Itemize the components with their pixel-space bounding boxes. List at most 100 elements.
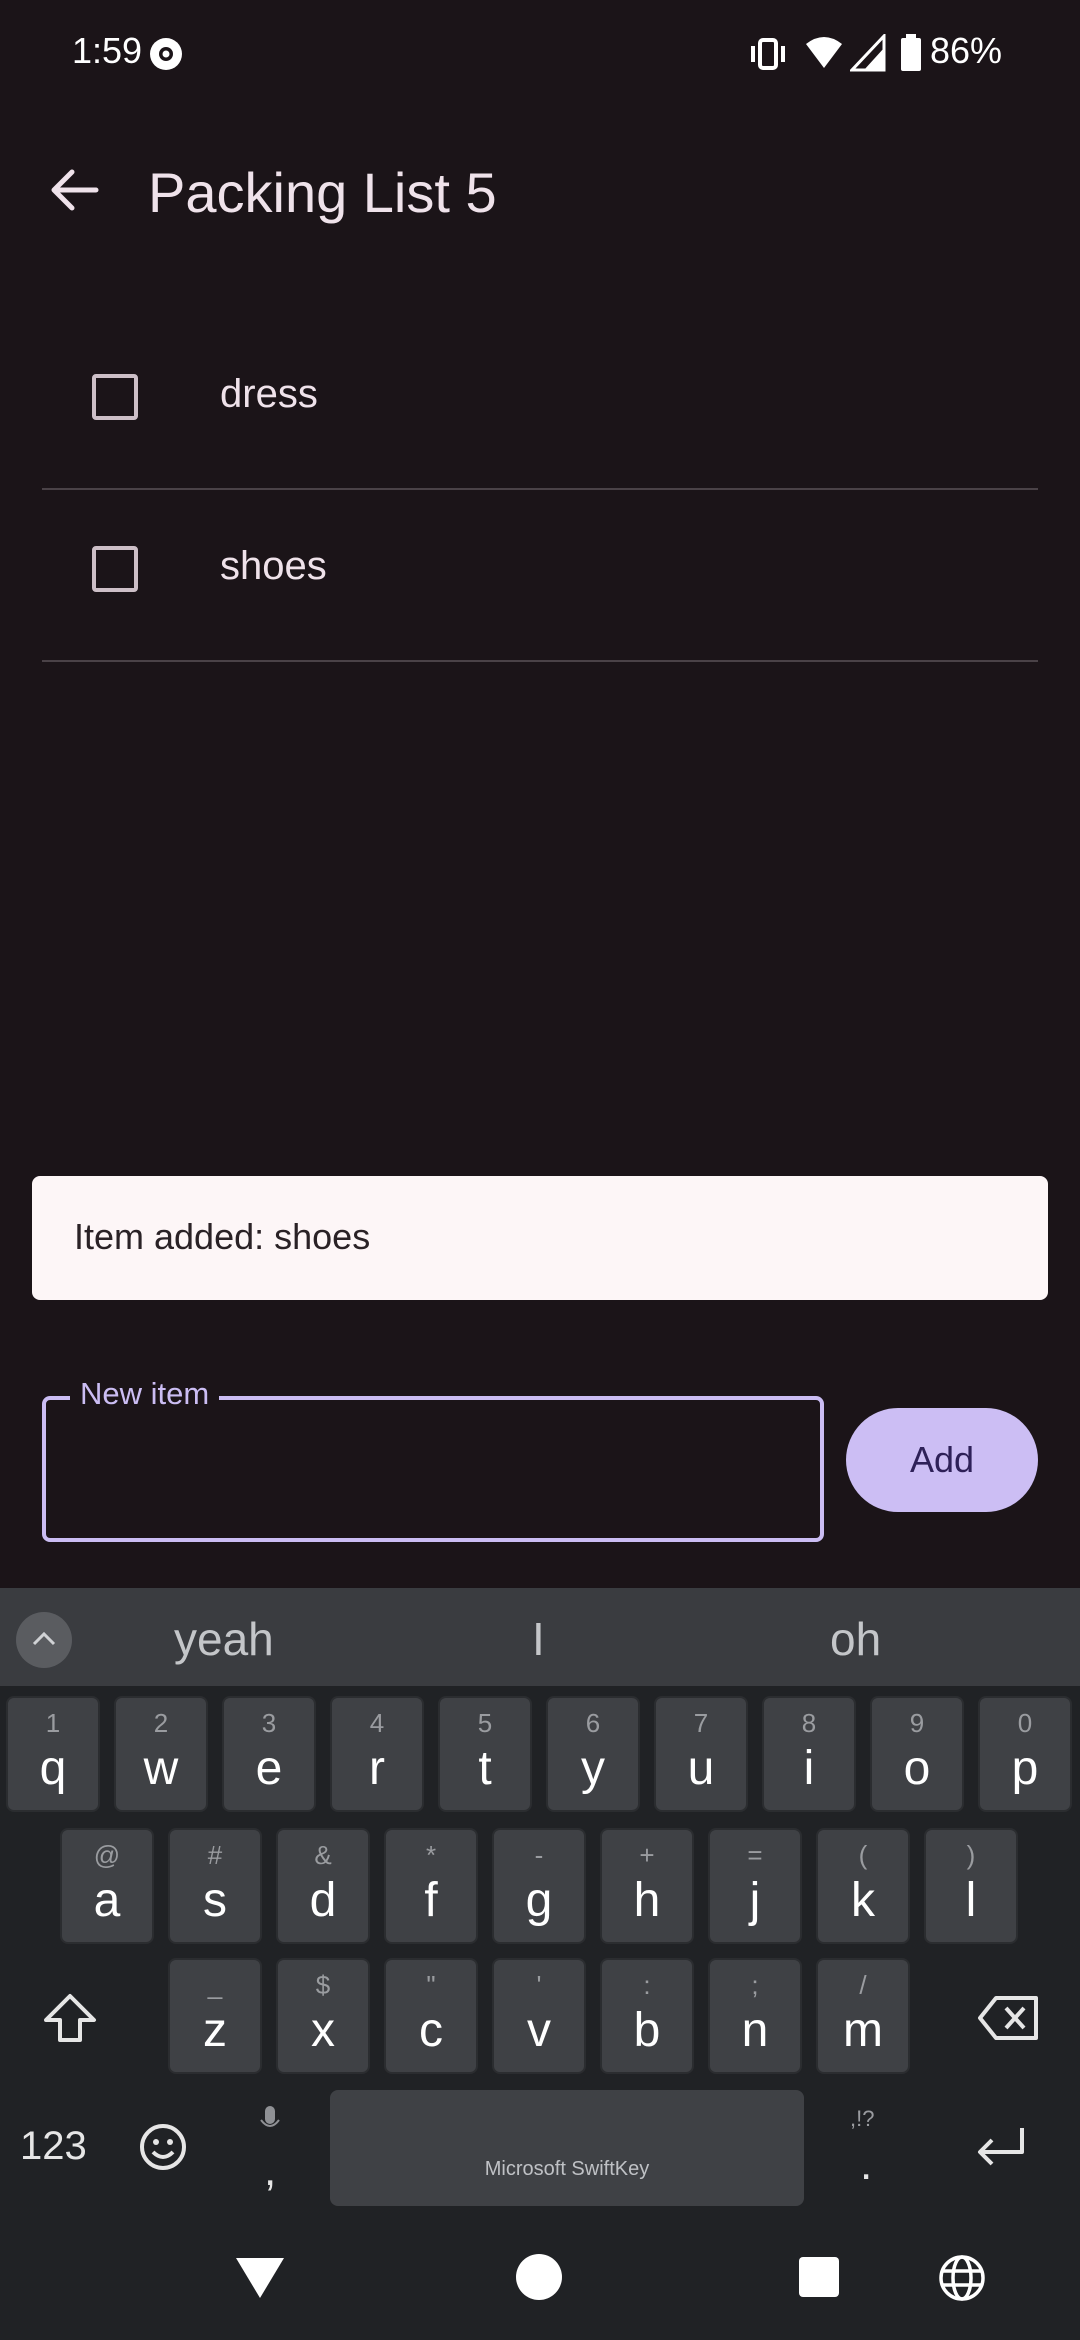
key-d[interactable]: & d <box>276 1828 370 1944</box>
key-t[interactable]: 5t <box>438 1696 532 1812</box>
numbers-key[interactable]: 123 <box>20 2124 87 2169</box>
key-u[interactable]: 7u <box>654 1696 748 1812</box>
signal-icon <box>850 34 886 72</box>
key-k[interactable]: (k <box>816 1828 910 1944</box>
add-button[interactable]: Add <box>846 1408 1038 1512</box>
key-r[interactable]: 4r <box>330 1696 424 1812</box>
key-alt-label: : <box>643 1970 651 2000</box>
back-arrow-icon[interactable] <box>44 160 104 220</box>
key-n[interactable]: ; n <box>708 1958 802 2074</box>
key-label: p <box>1011 1742 1039 1795</box>
key-s[interactable]: # s <box>168 1828 262 1944</box>
space-key[interactable]: Microsoft SwiftKey <box>330 2090 804 2206</box>
vibrate-icon <box>751 38 785 70</box>
backspace-icon[interactable] <box>976 1992 1042 2044</box>
suggestion[interactable]: yeah <box>174 1612 274 1666</box>
key-label: x <box>311 2004 335 2057</box>
key-label: t <box>478 1742 492 1795</box>
period-key[interactable]: . <box>860 2140 872 2190</box>
wifi-icon <box>806 37 842 68</box>
key-alt-label: # <box>207 1840 223 1870</box>
item-checkbox[interactable] <box>92 374 138 420</box>
period-alt-label: ,!? <box>850 2106 875 2131</box>
key-o[interactable]: 9o <box>870 1696 964 1812</box>
new-item-label: New item <box>70 1376 220 1412</box>
key-h[interactable]: + h <box>600 1828 694 1944</box>
key-label: j <box>749 1874 761 1927</box>
key-label: o <box>903 1742 931 1795</box>
key-label: n <box>741 2004 769 2057</box>
key-q[interactable]: 1q <box>6 1696 100 1812</box>
key-a[interactable]: @ a <box>60 1828 154 1944</box>
key-g[interactable]: -g <box>492 1828 586 1944</box>
key-alt-label: ; <box>751 1970 759 2000</box>
key-label: v <box>527 2004 551 2057</box>
key-alt-label: + <box>639 1840 655 1870</box>
key-label: f <box>424 1874 438 1927</box>
globe-icon[interactable] <box>938 2254 986 2302</box>
battery-percentage: 86% <box>930 30 1003 71</box>
key-m[interactable]: / m <box>816 1958 910 2074</box>
nav-recents-icon[interactable] <box>798 2256 840 2298</box>
key-label: y <box>581 1742 605 1795</box>
key-f[interactable]: * f <box>384 1828 478 1944</box>
key-alt-label: 4 <box>369 1708 385 1738</box>
key-alt-label: " <box>426 1970 436 2000</box>
status-time: 1:59 <box>72 30 143 71</box>
key-label: k <box>851 1874 875 1927</box>
key-alt-label: $ <box>315 1970 331 2000</box>
key-i[interactable]: 8i <box>762 1696 856 1812</box>
key-p[interactable]: 0p <box>978 1696 1072 1812</box>
nav-home-icon[interactable] <box>514 2252 564 2302</box>
enter-icon[interactable] <box>970 2122 1030 2172</box>
key-label: e <box>255 1742 283 1795</box>
emoji-icon[interactable] <box>138 2122 188 2172</box>
battery-icon <box>901 34 921 71</box>
list-item[interactable]: shoes <box>42 490 1038 662</box>
page-title: Packing List 5 <box>148 161 497 224</box>
key-l[interactable]: ) l <box>924 1828 1018 1944</box>
key-alt-label: 3 <box>261 1708 277 1738</box>
key-label: i <box>803 1742 815 1795</box>
key-alt-label: & <box>314 1840 332 1870</box>
key-z[interactable]: _ z <box>168 1958 262 2074</box>
key-label: q <box>39 1742 67 1795</box>
key-alt-label: - <box>534 1840 544 1870</box>
key-alt-label: 7 <box>693 1708 709 1738</box>
key-label: u <box>687 1742 715 1795</box>
key-alt-label: 2 <box>153 1708 169 1738</box>
key-j[interactable]: = j <box>708 1828 802 1944</box>
key-label: l <box>965 1874 977 1927</box>
key-label: s <box>203 1874 227 1927</box>
nav-back-icon[interactable] <box>234 2254 286 2300</box>
key-alt-label: ' <box>536 1970 542 2000</box>
suggestion[interactable]: I <box>532 1612 545 1666</box>
key-v[interactable]: ' v <box>492 1958 586 2074</box>
item-checkbox[interactable] <box>92 546 138 592</box>
key-label: h <box>633 1874 661 1927</box>
list-item[interactable]: dress <box>42 318 1038 490</box>
new-item-input[interactable]: New item <box>42 1376 824 1542</box>
key-c[interactable]: " c <box>384 1958 478 2074</box>
key-alt-label: 9 <box>909 1708 925 1738</box>
key-w[interactable]: 2w <box>114 1696 208 1812</box>
suggestion[interactable]: oh <box>830 1612 881 1666</box>
key-label: g <box>525 1874 553 1927</box>
key-x[interactable]: $ x <box>276 1958 370 2074</box>
item-label: shoes <box>220 544 327 588</box>
key-label: d <box>309 1874 337 1927</box>
suggestion-expand-button[interactable] <box>16 1612 72 1668</box>
key-e[interactable]: 3e <box>222 1696 316 1812</box>
key-b[interactable]: :b <box>600 1958 694 2074</box>
key-y[interactable]: 6y <box>546 1696 640 1812</box>
shift-icon[interactable] <box>40 1988 100 2048</box>
key-alt-label: 1 <box>45 1708 61 1738</box>
key-alt-label: * <box>425 1840 437 1870</box>
mic-icon <box>260 2106 280 2127</box>
key-label: r <box>369 1742 385 1795</box>
key-alt-label: 6 <box>585 1708 601 1738</box>
space-key-label: Microsoft SwiftKey <box>484 2158 650 2180</box>
key-alt-label: 8 <box>801 1708 817 1738</box>
key-label: c <box>419 2004 443 2057</box>
comma-key[interactable]: , <box>264 2146 276 2196</box>
